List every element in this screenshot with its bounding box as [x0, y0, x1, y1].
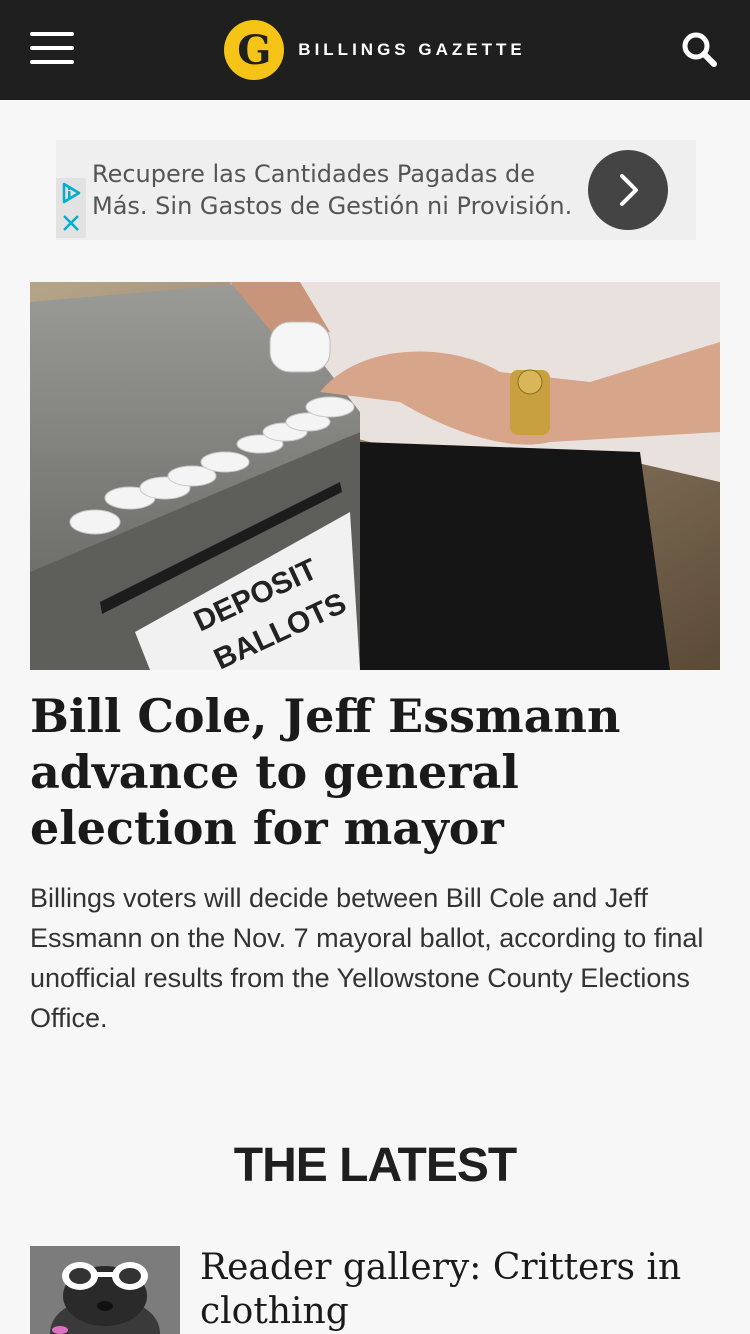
- close-ad-icon[interactable]: [56, 208, 86, 238]
- chevron-right-icon[interactable]: [588, 150, 668, 230]
- menu-bar: [30, 60, 74, 64]
- hamburger-menu-icon[interactable]: [30, 32, 74, 64]
- ad-choices: [56, 178, 86, 238]
- search-icon[interactable]: [680, 30, 720, 70]
- menu-bar: [30, 46, 74, 50]
- latest-item-headline: Reader gallery: Critters in clothing: [200, 1247, 682, 1332]
- site-logo[interactable]: G BILLINGS GAZETTE: [224, 20, 525, 80]
- lead-story-summary: Billings voters will decide between Bill…: [30, 883, 704, 1033]
- menu-bar: [30, 32, 74, 36]
- gazette-logo-icon: G: [224, 20, 285, 80]
- brand-name: BILLINGS GAZETTE: [298, 40, 526, 59]
- section-title-the-latest: THE LATEST: [233, 1139, 517, 1192]
- lead-story-headline[interactable]: Bill Cole, Jeff Essmann advance to gener…: [30, 688, 720, 856]
- adchoices-icon[interactable]: [56, 178, 86, 208]
- hero-photo[interactable]: DEPOSIT BALLOTS: [30, 282, 720, 670]
- ad-text: Recupere las Cantidades Pagadas de Más. …: [92, 160, 573, 220]
- latest-item-thumbnail: [30, 1246, 180, 1334]
- latest-list-item[interactable]: Reader gallery: Critters in clothing: [30, 1246, 720, 1334]
- advertisement-banner[interactable]: Recupere las Cantidades Pagadas de Más. …: [56, 140, 696, 240]
- site-header: G BILLINGS GAZETTE: [0, 0, 750, 100]
